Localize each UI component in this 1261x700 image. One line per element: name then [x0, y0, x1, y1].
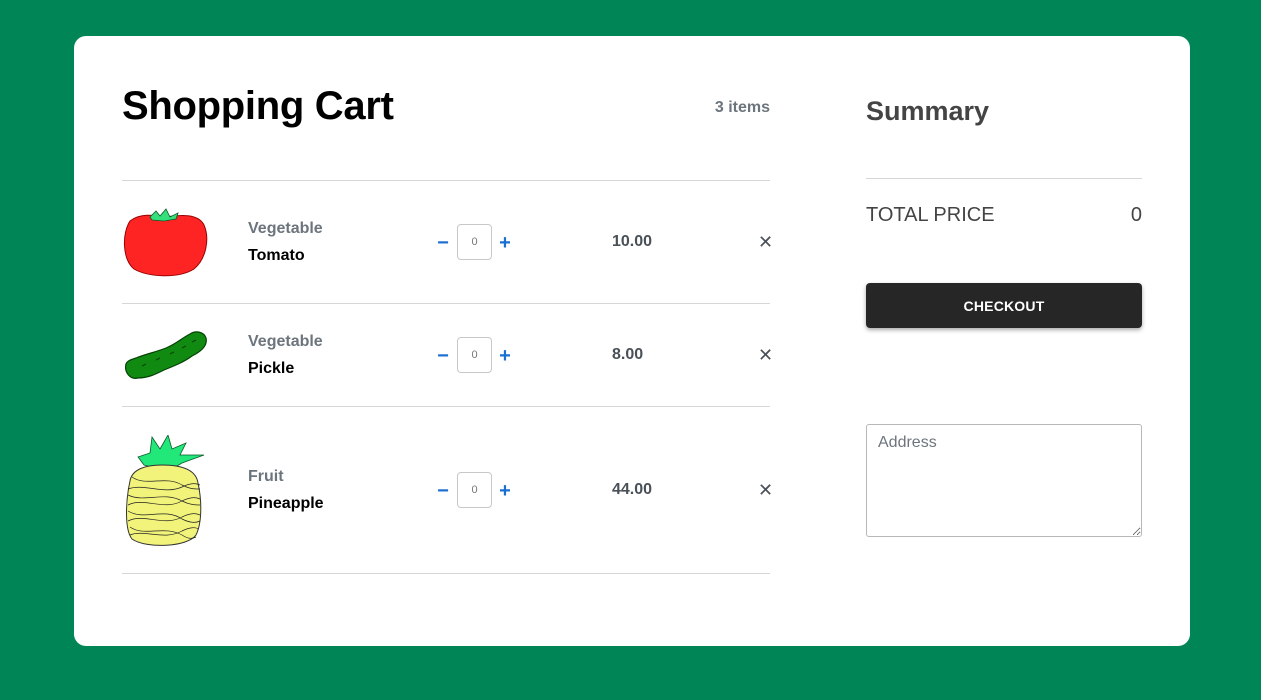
- decrease-quantity-button[interactable]: −: [435, 481, 451, 501]
- item-category: Vegetable: [248, 220, 323, 237]
- item-price: 44.00: [612, 481, 653, 498]
- item-name: Tomato: [248, 247, 305, 264]
- item-name: Pineapple: [248, 495, 324, 512]
- pickle-image: [125, 331, 207, 379]
- total-price-label: TOTAL PRICE: [866, 204, 995, 226]
- remove-item-icon[interactable]: ✕: [758, 346, 773, 364]
- page-title: Shopping Cart: [122, 84, 394, 128]
- summary-divider: [866, 178, 1142, 179]
- item-price: 8.00: [612, 346, 644, 363]
- cart-items-list: Vegetable Tomato − + 10.00 ✕ Vegetable P…: [122, 180, 773, 574]
- quantity-input[interactable]: [457, 224, 492, 260]
- quantity-input[interactable]: [457, 337, 492, 373]
- decrease-quantity-button[interactable]: −: [435, 346, 451, 366]
- increase-quantity-button[interactable]: +: [497, 233, 513, 253]
- cart-item-row: Vegetable Pickle − + 8.00 ✕: [122, 303, 773, 406]
- item-category: Vegetable: [248, 333, 323, 350]
- increase-quantity-button[interactable]: +: [497, 346, 513, 366]
- remove-item-icon[interactable]: ✕: [758, 233, 773, 251]
- quantity-input[interactable]: [457, 472, 492, 508]
- items-count: 3 items: [714, 99, 770, 116]
- decrease-quantity-button[interactable]: −: [435, 233, 451, 253]
- checkout-button[interactable]: CHECKOUT: [866, 283, 1142, 328]
- tomato-image: [124, 208, 208, 277]
- summary-title: Summary: [866, 96, 990, 126]
- increase-quantity-button[interactable]: +: [497, 481, 513, 501]
- item-name: Pickle: [248, 360, 295, 377]
- item-price: 10.00: [612, 233, 653, 250]
- cart-item-row: Fruit Pineapple − + 44.00 ✕: [122, 406, 773, 574]
- total-price-value: 0: [1130, 204, 1142, 226]
- address-field[interactable]: [866, 424, 1142, 537]
- pineapple-image: [126, 435, 205, 546]
- cart-card: Shopping Cart 3 items Vegetable Tomato −…: [74, 36, 1190, 646]
- item-category: Fruit: [248, 468, 284, 485]
- remove-item-icon[interactable]: ✕: [758, 481, 773, 499]
- cart-item-row: Vegetable Tomato − + 10.00 ✕: [122, 180, 773, 303]
